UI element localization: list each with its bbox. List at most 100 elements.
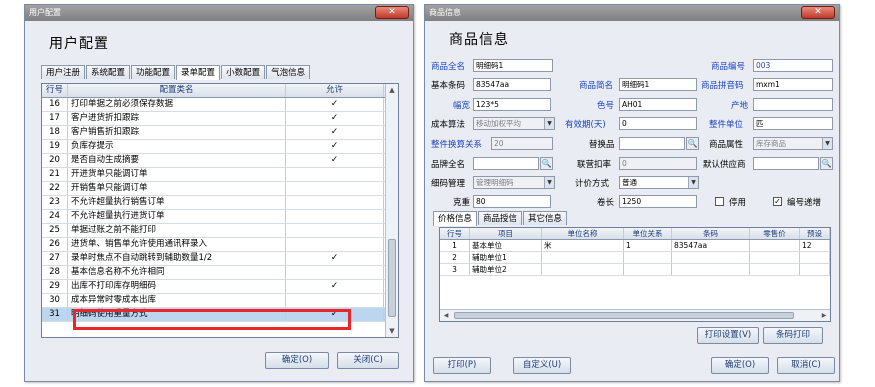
- allow-checkbox[interactable]: [286, 182, 384, 195]
- table-row[interactable]: 26 进货单、销售单允许使用通讯秤录入: [42, 238, 398, 252]
- tab-function-config[interactable]: 功能配置: [131, 65, 176, 79]
- allow-checkbox[interactable]: [286, 266, 384, 279]
- unit-relation[interactable]: 1: [624, 240, 672, 251]
- unit-name[interactable]: [542, 264, 624, 275]
- roll-length-field[interactable]: 1250: [619, 195, 697, 208]
- item-name[interactable]: 基本单位: [470, 240, 542, 251]
- col-header-no[interactable]: 行号: [42, 84, 68, 97]
- table-row[interactable]: 3 辅助单位2: [440, 264, 830, 276]
- search-icon[interactable]: 🔍: [820, 157, 833, 170]
- item-name[interactable]: 辅助单位1: [470, 252, 542, 263]
- allow-checkbox[interactable]: [286, 294, 384, 307]
- preset[interactable]: 12: [800, 240, 830, 251]
- validity-field[interactable]: 0: [619, 117, 697, 130]
- chevron-down-icon[interactable]: ▼: [544, 118, 554, 129]
- tab-system-config[interactable]: 系统配置: [86, 65, 131, 79]
- col-header-preset[interactable]: 预设: [800, 228, 830, 239]
- close-button[interactable]: ✕: [801, 6, 835, 19]
- disable-checkbox[interactable]: [715, 197, 724, 206]
- allow-checkbox[interactable]: [286, 196, 384, 209]
- chevron-down-icon[interactable]: ▼: [544, 177, 554, 188]
- unit-relation[interactable]: [624, 264, 672, 275]
- short-name-field[interactable]: 明细码1: [619, 78, 697, 91]
- allow-checkbox[interactable]: [286, 238, 384, 251]
- barcode[interactable]: [672, 264, 750, 275]
- origin-field[interactable]: [753, 98, 833, 111]
- table-row[interactable]: 17 客户进货折扣跟踪 ✓: [42, 112, 398, 126]
- attribute-select[interactable]: 库存商品 ▼: [753, 137, 833, 150]
- table-row[interactable]: 29 出库不打印库存明细码 ✓: [42, 280, 398, 294]
- tab-decimal-config[interactable]: 小数配置: [221, 65, 266, 79]
- retail-price[interactable]: [750, 264, 800, 275]
- conversion-field[interactable]: 20: [491, 137, 553, 150]
- col-header-name[interactable]: 配置类名: [68, 84, 286, 97]
- table-row[interactable]: 30 成本异常时零成本出库: [42, 294, 398, 308]
- table-row[interactable]: 18 客户销售折扣跟踪 ✓: [42, 126, 398, 140]
- tab-other-info[interactable]: 其它信息: [523, 211, 568, 225]
- preset[interactable]: [800, 264, 830, 275]
- code-field[interactable]: 003: [753, 59, 833, 72]
- scroll-left-icon[interactable]: ◀: [440, 310, 452, 321]
- brand-field[interactable]: [473, 157, 539, 170]
- table-row[interactable]: 28 基本信息名称不允许相同: [42, 266, 398, 280]
- table-row[interactable]: 16 打印单据之前必须保存数据 ✓: [42, 98, 398, 112]
- allow-checkbox[interactable]: [286, 224, 384, 237]
- col-header-unit-relation[interactable]: 单位关系: [624, 228, 672, 239]
- custom-button[interactable]: 自定义(U): [513, 357, 571, 374]
- cost-method-select[interactable]: 移动加权平均 ▼: [473, 117, 555, 130]
- col-header-allow[interactable]: 允许: [286, 84, 384, 97]
- allow-checkbox[interactable]: ✓: [286, 126, 384, 139]
- search-icon[interactable]: 🔍: [540, 157, 553, 170]
- scroll-thumb[interactable]: [454, 312, 794, 319]
- chevron-down-icon[interactable]: ▼: [688, 177, 698, 188]
- barcode-field[interactable]: 83547aa: [473, 78, 551, 91]
- ok-button[interactable]: 确定(O): [265, 352, 329, 369]
- horizontal-scrollbar[interactable]: ◀ ▶: [440, 309, 830, 321]
- substitute-field[interactable]: [619, 137, 685, 150]
- table-row[interactable]: 25 单据过账之前不能打印: [42, 224, 398, 238]
- full-name-field[interactable]: 明细码1: [473, 59, 553, 72]
- barcode-print-button[interactable]: 条码打印: [763, 327, 823, 344]
- close-dialog-button[interactable]: 关闭(C): [337, 352, 399, 369]
- increment-checkbox[interactable]: ✓: [773, 197, 782, 206]
- table-row[interactable]: 23 不允许超量执行销售订单: [42, 196, 398, 210]
- table-row[interactable]: 24 不允许超量执行进货订单: [42, 210, 398, 224]
- table-row[interactable]: 27 录单时焦点不自动跳转到辅助数量1/2 ✓: [42, 252, 398, 266]
- scroll-right-icon[interactable]: ▶: [818, 310, 830, 321]
- unit-field[interactable]: 匹: [753, 117, 833, 130]
- col-header-unit-name[interactable]: 单位名称: [542, 228, 624, 239]
- tab-price-info[interactable]: 价格信息: [433, 211, 478, 226]
- retail-price[interactable]: [750, 252, 800, 263]
- allow-checkbox[interactable]: [286, 168, 384, 181]
- unit-relation[interactable]: [624, 252, 672, 263]
- allow-checkbox[interactable]: ✓: [286, 112, 384, 125]
- table-row[interactable]: 21 开进货单只能调订单: [42, 168, 398, 182]
- table-row[interactable]: 2 辅助单位1: [440, 252, 830, 264]
- ok-button[interactable]: 确定(O): [711, 357, 769, 374]
- chevron-down-icon[interactable]: ▼: [822, 138, 832, 149]
- tab-entry-config[interactable]: 录单配置: [176, 65, 221, 80]
- allow-checkbox[interactable]: ✓: [286, 98, 384, 111]
- weight-field[interactable]: 80: [473, 195, 551, 208]
- tab-bubble-info[interactable]: 气泡信息: [266, 65, 311, 79]
- vertical-scrollbar[interactable]: ▲ ▼: [385, 84, 398, 337]
- scroll-thumb[interactable]: [388, 239, 396, 317]
- supplier-field[interactable]: [753, 157, 819, 170]
- col-header-retail-price[interactable]: 零售价: [750, 228, 800, 239]
- allow-checkbox[interactable]: ✓: [286, 140, 384, 153]
- preset[interactable]: [800, 252, 830, 263]
- allow-checkbox[interactable]: ✓: [286, 252, 384, 265]
- table-row[interactable]: 19 负库存提示 ✓: [42, 140, 398, 154]
- unit-name[interactable]: 米: [542, 240, 624, 251]
- scroll-up-icon[interactable]: ▲: [386, 84, 398, 96]
- barcode[interactable]: [672, 252, 750, 263]
- item-name[interactable]: 辅助单位2: [470, 264, 542, 275]
- print-button[interactable]: 打印(P): [433, 357, 491, 374]
- search-icon[interactable]: 🔍: [686, 137, 699, 150]
- cancel-button[interactable]: 取消(C): [777, 357, 835, 374]
- table-row[interactable]: 22 开销售单只能调订单: [42, 182, 398, 196]
- detail-mgmt-select[interactable]: 管理明细码 ▼: [473, 176, 555, 189]
- close-button[interactable]: ✕: [375, 6, 409, 19]
- col-header-item[interactable]: 项目: [470, 228, 542, 239]
- print-settings-button[interactable]: 打印设置(V): [697, 327, 759, 344]
